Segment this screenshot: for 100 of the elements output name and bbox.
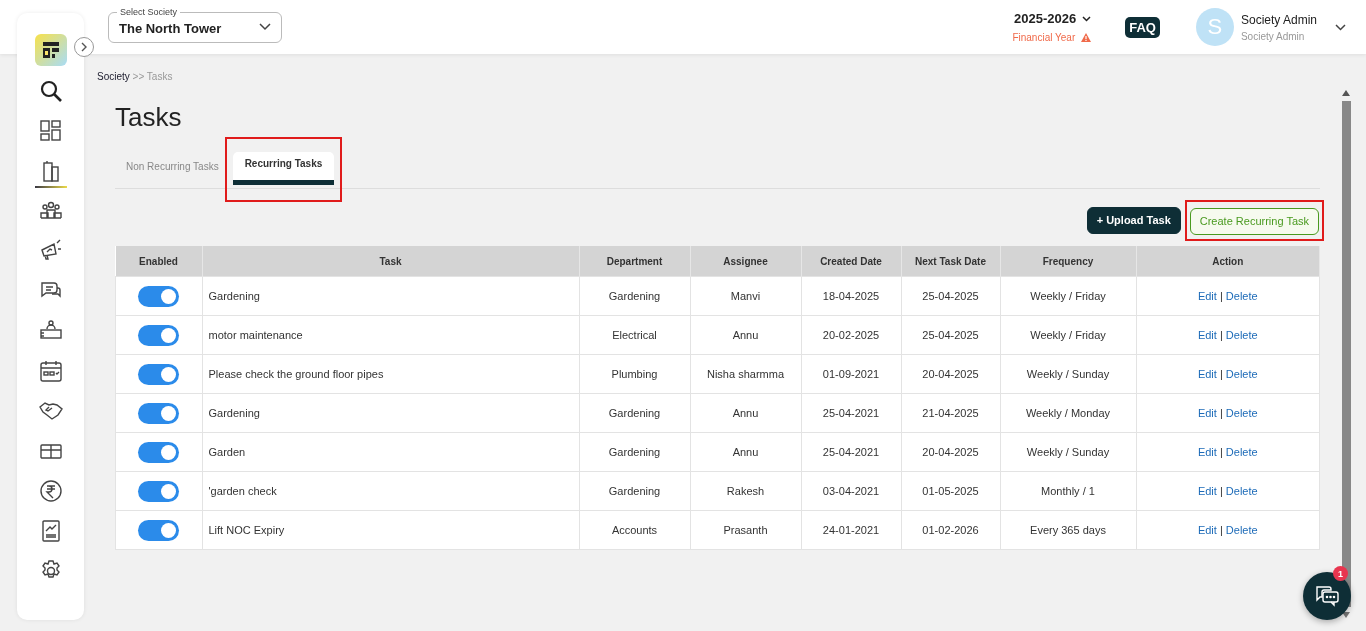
department-name: Gardening xyxy=(579,432,690,472)
next-task-date: 20-04-2025 xyxy=(901,354,1000,394)
breadcrumb-current: >> Tasks xyxy=(132,71,173,82)
breadcrumb-link[interactable]: Society xyxy=(97,71,130,82)
created-date: 24-01-2021 xyxy=(801,510,901,550)
next-task-date: 01-05-2025 xyxy=(901,471,1000,511)
tab[interactable]: Non Recurring Tasks xyxy=(115,155,225,188)
upload-task-button[interactable]: + Upload Task xyxy=(1086,206,1181,234)
task-name: Gardening xyxy=(202,393,579,433)
created-date: 03-04-2021 xyxy=(801,471,901,511)
enabled-toggle[interactable] xyxy=(138,480,180,502)
enabled-toggle[interactable] xyxy=(138,324,180,346)
delete-link[interactable]: Delete xyxy=(1225,446,1258,458)
task-name: Garden xyxy=(202,432,579,472)
enabled-toggle[interactable] xyxy=(138,402,180,424)
scrollbar-thumb[interactable] xyxy=(1341,101,1351,607)
calendar-icon xyxy=(37,358,64,384)
delete-link[interactable]: Delete xyxy=(1225,407,1258,419)
task-name: Lift NOC Expiry xyxy=(202,510,579,550)
assignee-name: Annu xyxy=(690,432,801,472)
department-name: Accounts xyxy=(579,510,690,550)
financial-year-label: Financial Year xyxy=(1012,32,1076,43)
enabled-toggle[interactable] xyxy=(138,285,180,307)
frequency-text: Weekly / Monday xyxy=(1000,393,1136,433)
frequency-text: Weekly / Friday xyxy=(1000,276,1136,316)
create-recurring-task-button[interactable]: Create Recurring Task xyxy=(1189,207,1319,235)
scroll-down-icon[interactable] xyxy=(1342,612,1350,618)
assignee-name: Annu xyxy=(690,315,801,355)
department-name: Gardening xyxy=(579,393,690,433)
delete-link[interactable]: Delete xyxy=(1225,290,1258,302)
edit-link[interactable]: Edit xyxy=(1197,329,1217,341)
scroll-up-icon[interactable] xyxy=(1342,90,1350,96)
delete-link[interactable]: Delete xyxy=(1225,485,1258,497)
expand-sidebar-icon[interactable] xyxy=(74,37,94,57)
assignee-name: Rakesh xyxy=(690,471,801,511)
enabled-toggle[interactable] xyxy=(138,519,180,541)
edit-link[interactable]: Edit xyxy=(1197,446,1217,458)
column-header: Task xyxy=(202,246,579,277)
column-header: Enabled xyxy=(115,246,202,277)
delete-link[interactable]: Delete xyxy=(1225,329,1258,341)
frequency-text: Weekly / Sunday xyxy=(1000,354,1136,394)
link-separator: | xyxy=(1219,368,1223,380)
warning-icon xyxy=(1081,33,1092,42)
department-name: Gardening xyxy=(579,276,690,316)
enabled-toggle[interactable] xyxy=(138,363,180,385)
rupee-icon xyxy=(37,478,64,504)
edit-link[interactable]: Edit xyxy=(1197,485,1217,497)
frequency-text: Monthly / 1 xyxy=(1000,471,1136,511)
edit-link[interactable]: Edit xyxy=(1197,290,1217,302)
faq-button[interactable]: FAQ xyxy=(1125,16,1160,38)
app-logo[interactable] xyxy=(34,34,67,66)
edit-link[interactable]: Edit xyxy=(1197,368,1217,380)
frequency-text: Every 365 days xyxy=(1000,510,1136,550)
task-name: 'garden check xyxy=(202,471,579,511)
tab[interactable]: Recurring Tasks xyxy=(232,152,335,185)
edit-link[interactable]: Edit xyxy=(1197,407,1217,419)
assignee-name: Annu xyxy=(690,393,801,433)
column-header: Action xyxy=(1136,246,1320,277)
link-separator: | xyxy=(1219,485,1223,497)
user-role: Society Admin xyxy=(1240,30,1306,42)
user-name: Society Admin xyxy=(1240,12,1317,27)
column-header: Frequency xyxy=(1000,246,1136,277)
link-separator: | xyxy=(1219,524,1223,536)
chevron-down-icon[interactable] xyxy=(1082,15,1092,22)
department-name: Plumbing xyxy=(579,354,690,394)
edit-link[interactable]: Edit xyxy=(1197,524,1217,536)
column-header: Created Date xyxy=(801,246,901,277)
society-select-label: Select Society xyxy=(117,6,181,18)
created-date: 18-04-2025 xyxy=(801,276,901,316)
chevron-down-icon[interactable] xyxy=(1335,23,1346,31)
frequency-text: Weekly / Friday xyxy=(1000,315,1136,355)
grid-icon xyxy=(37,118,64,144)
chevron-down-icon xyxy=(259,23,271,31)
link-separator: | xyxy=(1219,329,1223,341)
created-date: 25-04-2021 xyxy=(801,393,901,433)
created-date: 25-04-2021 xyxy=(801,432,901,472)
created-date: 20-02-2025 xyxy=(801,315,901,355)
next-task-date: 25-04-2025 xyxy=(901,315,1000,355)
department-name: Gardening xyxy=(579,471,690,511)
assignee-name: Nisha sharmma xyxy=(690,354,801,394)
page-title: Tasks xyxy=(115,102,183,134)
enabled-toggle[interactable] xyxy=(138,441,180,463)
assignee-name: Manvi xyxy=(690,276,801,316)
column-header: Assignee xyxy=(690,246,801,277)
task-name: Please check the ground floor pipes xyxy=(202,354,579,394)
link-separator: | xyxy=(1219,446,1223,458)
column-header: Department xyxy=(579,246,690,277)
next-task-date: 01-02-2026 xyxy=(901,510,1000,550)
financial-year-value[interactable]: 2025-2026 xyxy=(1014,11,1077,26)
delete-link[interactable]: Delete xyxy=(1225,368,1258,380)
department-name: Electrical xyxy=(579,315,690,355)
task-name: motor maintenance xyxy=(202,315,579,355)
created-date: 01-09-2021 xyxy=(801,354,901,394)
delete-link[interactable]: Delete xyxy=(1225,524,1258,536)
task-name: Gardening xyxy=(202,276,579,316)
chat-bubbles-icon xyxy=(1314,584,1340,608)
next-task-date: 25-04-2025 xyxy=(901,276,1000,316)
next-task-date: 20-04-2025 xyxy=(901,432,1000,472)
column-header: Next Task Date xyxy=(901,246,1000,277)
chat-button[interactable] xyxy=(1303,572,1351,620)
